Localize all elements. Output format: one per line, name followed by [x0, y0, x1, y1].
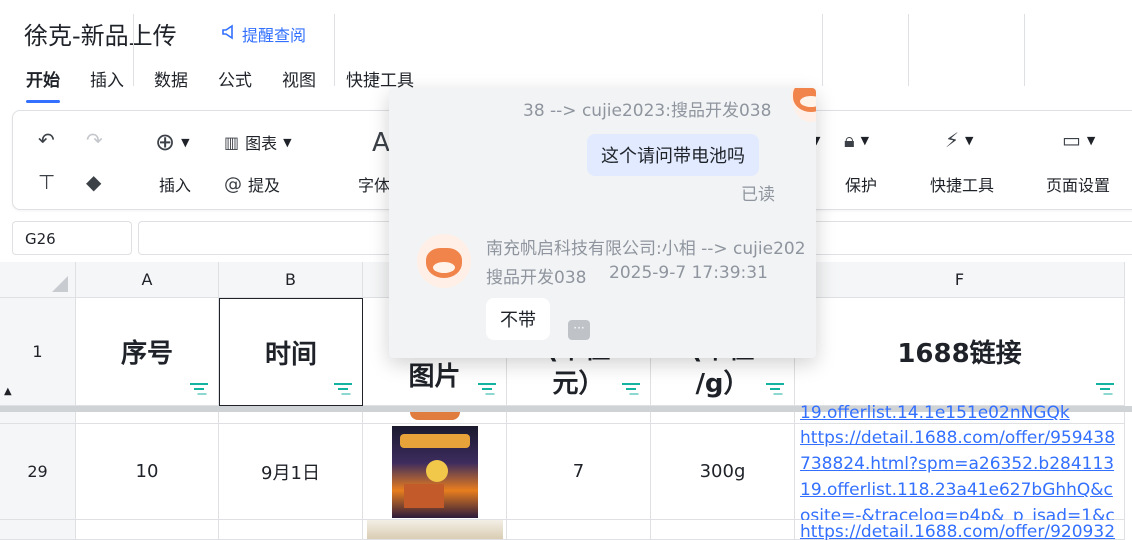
- link-next[interactable]: https://detail.1688.com/offer/920932: [800, 519, 1115, 540]
- collapse-arrow-icon[interactable]: ▲: [4, 386, 12, 397]
- remind-label: 提醒查阅: [242, 26, 307, 45]
- tab-view[interactable]: 视图: [282, 66, 316, 99]
- header-cell-time[interactable]: 时间: [219, 298, 363, 406]
- insert-dropdown[interactable]: ⊕ ▼: [155, 128, 190, 156]
- at-icon: @: [224, 173, 242, 195]
- chat-top-line: 38 --> cujie2023:搜品开发038: [523, 101, 772, 121]
- cell-next-c[interactable]: [363, 520, 507, 540]
- cell-next-d[interactable]: [507, 520, 651, 540]
- document-title: 徐克-新品上传: [24, 22, 177, 50]
- link-29-line-3[interactable]: 19.offerlist.118.23a41e627bGhhQ&c: [800, 477, 1113, 503]
- cell-next-a[interactable]: [76, 520, 219, 540]
- insert-label[interactable]: 插入: [159, 172, 191, 196]
- filter-icon[interactable]: [190, 383, 208, 397]
- tab-formula[interactable]: 公式: [218, 66, 252, 99]
- column-header-a[interactable]: A: [76, 262, 219, 298]
- filter-icon[interactable]: [622, 383, 640, 397]
- redo-button[interactable]: ↷: [86, 128, 103, 152]
- corner-triangle-icon: [52, 275, 68, 292]
- link-partial[interactable]: 19.offerlist.14.1e151e02nNGQk: [800, 400, 1070, 422]
- chart-button[interactable]: ▥ 图表 ▼: [224, 130, 292, 154]
- column-header-f[interactable]: F: [795, 262, 1125, 298]
- cell-29-image[interactable]: [363, 424, 507, 520]
- chat-sender-name: 搜品开发038: [486, 268, 587, 288]
- lightning-icon: ⚡︎: [945, 128, 960, 152]
- cell-29-index[interactable]: 10: [76, 424, 219, 520]
- row-header-29[interactable]: 29: [0, 424, 76, 520]
- cell-partial-c[interactable]: [363, 411, 507, 424]
- chat-timestamp: 2025-9-7 17:39:31: [609, 263, 768, 283]
- product-thumbnail[interactable]: [391, 425, 478, 518]
- page-setup-dropdown[interactable]: ▭ ▼: [1062, 128, 1095, 152]
- font-label[interactable]: 字体: [358, 172, 390, 196]
- remind-button[interactable]: 提醒查阅: [220, 22, 306, 46]
- header-cell-index[interactable]: 序号: [76, 298, 219, 406]
- undo-icon: ↶: [38, 128, 55, 152]
- cell-partial-b[interactable]: [219, 412, 363, 424]
- chevron-down-icon: ▼: [1086, 133, 1096, 147]
- megaphone-icon: [220, 23, 238, 45]
- row-header-partial[interactable]: [0, 412, 76, 424]
- header-cell-1688-link[interactable]: 1688链接: [795, 298, 1125, 406]
- redo-icon: ↷: [86, 128, 103, 152]
- more-options-icon[interactable]: ···: [568, 320, 590, 340]
- font-icon: A: [372, 128, 390, 158]
- tab-data[interactable]: 数据: [154, 66, 188, 99]
- chevron-down-icon: ▼: [283, 135, 292, 149]
- select-all-corner[interactable]: [0, 262, 76, 298]
- tab-insert[interactable]: 插入: [90, 66, 124, 99]
- protect-label[interactable]: 保护: [845, 172, 877, 196]
- filter-icon[interactable]: [334, 383, 352, 397]
- cell-29-date[interactable]: 9月1日: [219, 424, 363, 520]
- cell-29-price[interactable]: 7: [507, 424, 651, 520]
- format-painter-icon: ⊤: [38, 170, 56, 194]
- plus-circle-icon: ⊕: [155, 128, 176, 156]
- cell-partial-a[interactable]: [76, 412, 219, 424]
- chevron-down-icon: ▼: [181, 135, 190, 149]
- row-header-next[interactable]: [0, 520, 76, 540]
- protect-dropdown[interactable]: 🔒︎ ▼: [844, 128, 869, 152]
- mention-button[interactable]: @ 提及: [224, 172, 280, 196]
- column-header-b[interactable]: B: [219, 262, 363, 298]
- tab-start[interactable]: 开始: [26, 66, 60, 103]
- chat-message-question[interactable]: 这个请问带电池吗: [587, 134, 759, 176]
- mention-label: 提及: [248, 176, 281, 195]
- link-29-line-1[interactable]: https://detail.1688.com/offer/959438: [800, 425, 1115, 451]
- filter-icon[interactable]: [1096, 383, 1114, 397]
- cell-partial-d[interactable]: [507, 412, 651, 424]
- chevron-down-icon: ▼: [965, 133, 974, 147]
- menu-bar: 开始 插入 数据 公式 视图 快捷工具: [26, 66, 444, 103]
- chart-label: 图表: [245, 134, 278, 153]
- undo-button[interactable]: ↶: [38, 128, 55, 152]
- link-29-line-4[interactable]: osite=-&tracelog=p4p&_p_isad=1&c: [800, 503, 1115, 520]
- clear-format-button[interactable]: ◆: [86, 170, 101, 194]
- read-status: 已读: [741, 185, 775, 205]
- page-icon: ▭: [1062, 128, 1081, 152]
- cell-next-b[interactable]: [219, 520, 363, 540]
- cell-next-e[interactable]: [651, 520, 795, 540]
- eraser-icon: ◆: [86, 170, 102, 194]
- avatar[interactable]: [417, 234, 471, 288]
- filter-icon[interactable]: [766, 383, 784, 397]
- chat-sender: 南充帆启科技有限公司:小相 --> cujie202: [486, 239, 806, 259]
- cell-reference-box[interactable]: G26: [12, 221, 132, 255]
- cell-29-weight[interactable]: 300g: [651, 424, 795, 520]
- format-painter-button[interactable]: ⊤: [38, 170, 55, 194]
- chat-message-answer[interactable]: 不带: [486, 298, 550, 340]
- quick-tools-label[interactable]: 快捷工具: [930, 172, 994, 196]
- bar-chart-icon: ▥: [224, 132, 240, 152]
- link-29-line-2[interactable]: 738824.html?spm=a26352.b284113: [800, 451, 1114, 477]
- page-setup-label[interactable]: 页面设置: [1046, 172, 1110, 196]
- quick-tools-dropdown[interactable]: ⚡︎ ▼: [945, 128, 974, 152]
- lock-icon: 🔒︎: [844, 128, 855, 152]
- filter-icon[interactable]: [478, 383, 496, 397]
- avatar[interactable]: [791, 88, 816, 122]
- chevron-down-icon: ▼: [860, 133, 870, 147]
- chat-popup[interactable]: 38 --> cujie2023:搜品开发038 这个请问带电池吗 已读 南充帆…: [389, 88, 816, 358]
- cell-partial-e[interactable]: [651, 412, 795, 424]
